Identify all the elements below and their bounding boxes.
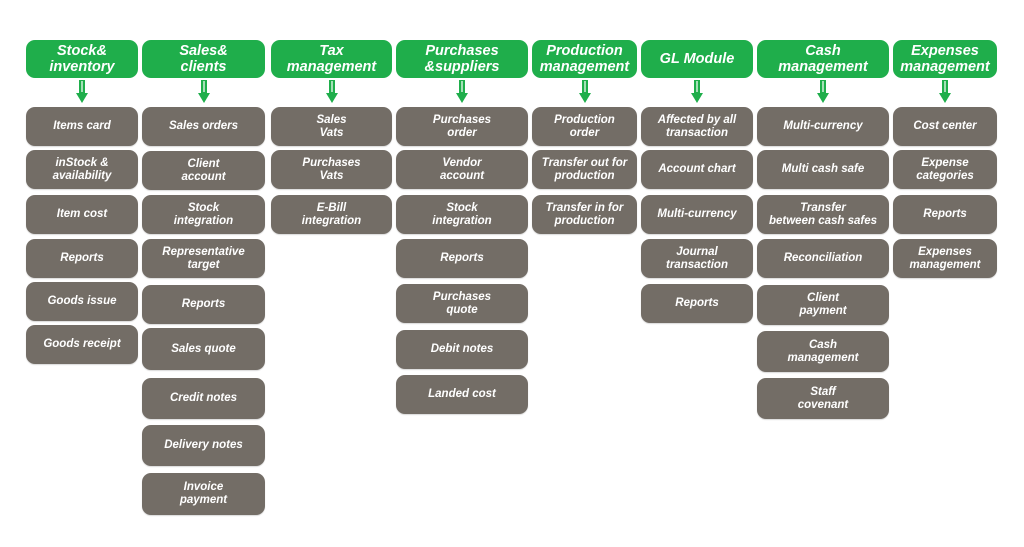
- feature-box: E-Bill integration: [271, 195, 392, 234]
- feature-box: Production order: [532, 107, 637, 146]
- feature-box: Account chart: [641, 150, 753, 189]
- module-header-tax-management: Tax management: [271, 40, 392, 78]
- feature-box: Multi-currency: [641, 195, 753, 234]
- module-header-expenses-management: Expenses management: [893, 40, 997, 78]
- feature-box: Transfer out for production: [532, 150, 637, 189]
- feature-box: Client payment: [757, 285, 889, 325]
- feature-box: Expense categories: [893, 150, 997, 189]
- feature-box: Landed cost: [396, 375, 528, 414]
- arrow-down-icon: [76, 80, 88, 103]
- feature-box: Staff covenant: [757, 378, 889, 419]
- feature-box: Expenses management: [893, 239, 997, 278]
- module-header-purchases-suppliers: Purchases &suppliers: [396, 40, 528, 78]
- feature-box: Multi cash safe: [757, 150, 889, 189]
- feature-box: Stock integration: [396, 195, 528, 234]
- feature-box: Reconciliation: [757, 239, 889, 278]
- feature-box: Items card: [26, 107, 138, 146]
- module-header-production-management: Production management: [532, 40, 637, 78]
- feature-box: Journal transaction: [641, 239, 753, 278]
- feature-box: inStock & availability: [26, 150, 138, 189]
- feature-box: Multi-currency: [757, 107, 889, 146]
- feature-box: Delivery notes: [142, 425, 265, 466]
- feature-box: Reports: [396, 239, 528, 278]
- module-header-gl-module: GL Module: [641, 40, 753, 78]
- feature-box: Reports: [26, 239, 138, 278]
- feature-box: Reports: [893, 195, 997, 234]
- feature-box: Sales Vats: [271, 107, 392, 146]
- feature-box: Sales quote: [142, 328, 265, 370]
- feature-box: Debit notes: [396, 330, 528, 369]
- feature-box: Purchases Vats: [271, 150, 392, 189]
- feature-box: Goods issue: [26, 282, 138, 321]
- arrow-down-icon: [456, 80, 468, 103]
- feature-box: Reports: [142, 285, 265, 324]
- feature-box: Cost center: [893, 107, 997, 146]
- feature-box: Goods receipt: [26, 325, 138, 364]
- feature-box: Item cost: [26, 195, 138, 234]
- arrow-down-icon: [325, 80, 338, 103]
- arrow-down-icon: [197, 80, 210, 103]
- feature-box: Purchases order: [396, 107, 528, 146]
- feature-box: Transfer between cash safes: [757, 195, 889, 234]
- arrow-down-icon: [691, 80, 703, 103]
- module-header-cash-management: Cash management: [757, 40, 889, 78]
- feature-box: Credit notes: [142, 378, 265, 419]
- feature-box: Affected by all transaction: [641, 107, 753, 146]
- module-header-sales-clients: Sales& clients: [142, 40, 265, 78]
- feature-box: Client account: [142, 151, 265, 190]
- feature-box: Vendor account: [396, 150, 528, 189]
- feature-box: Invoice payment: [142, 473, 265, 515]
- feature-box: Representative target: [142, 239, 265, 278]
- module-header-stock-inventory: Stock& inventory: [26, 40, 138, 78]
- feature-box: Stock integration: [142, 195, 265, 234]
- feature-box: Cash management: [757, 331, 889, 372]
- arrow-down-icon: [578, 80, 591, 103]
- feature-box: Reports: [641, 284, 753, 323]
- arrow-down-icon: [939, 80, 951, 103]
- feature-box: Purchases quote: [396, 284, 528, 323]
- feature-box: Transfer in for production: [532, 195, 637, 234]
- arrow-down-icon: [817, 80, 829, 103]
- feature-box: Sales orders: [142, 107, 265, 146]
